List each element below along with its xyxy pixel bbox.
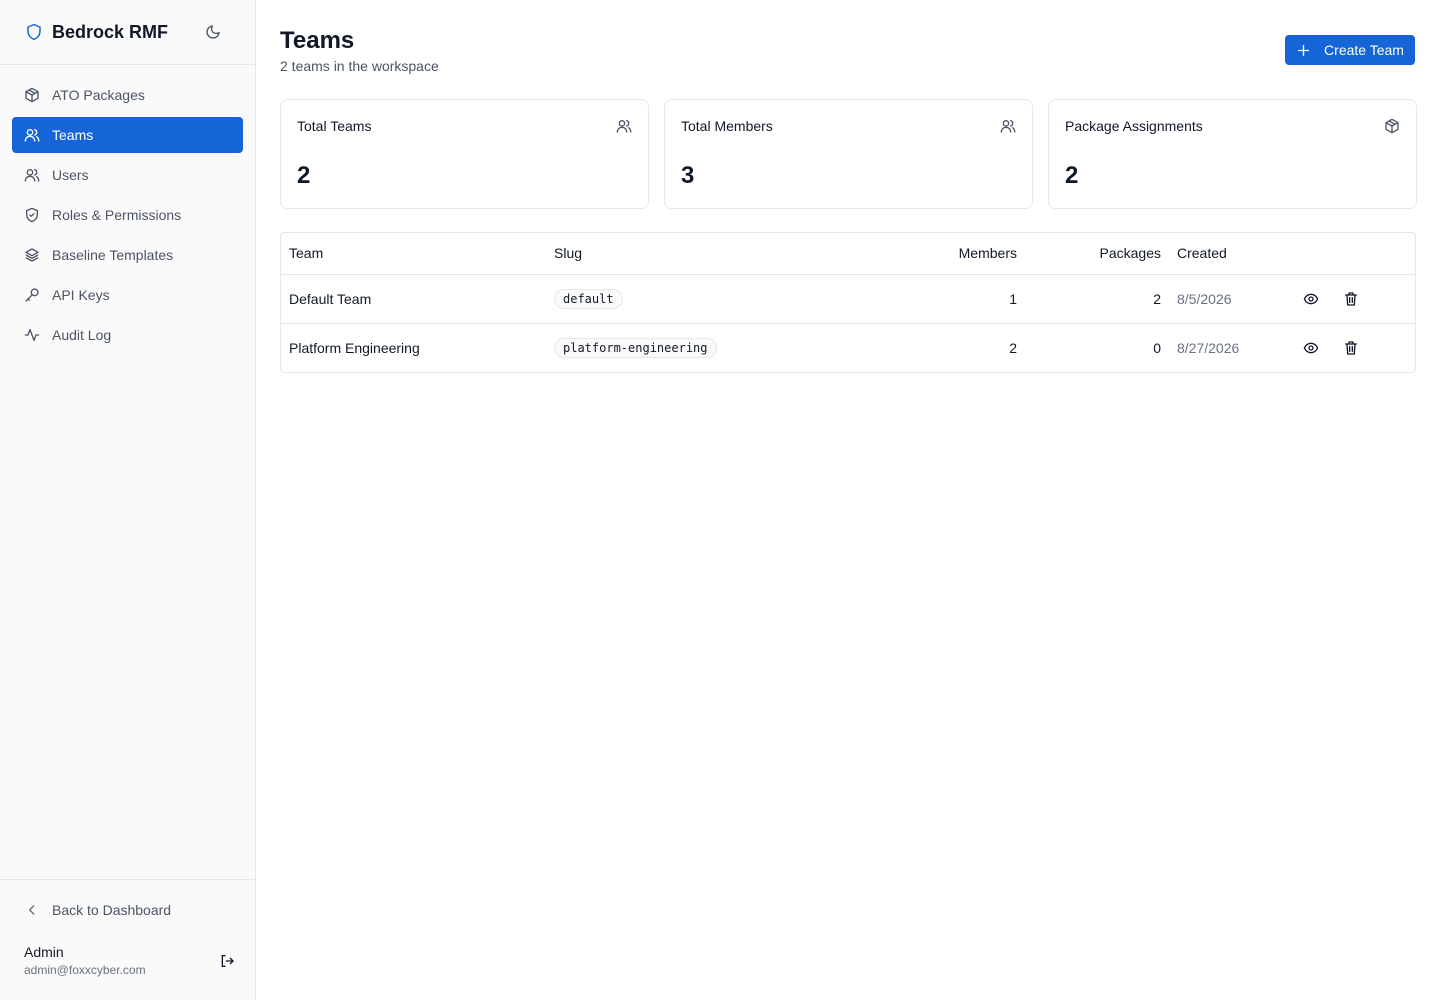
stat-label: Package Assignments	[1065, 118, 1203, 134]
create-team-button[interactable]: Create Team	[1285, 35, 1415, 65]
sidebar-item-label: Teams	[52, 127, 94, 143]
app-name: Bedrock RMF	[52, 21, 169, 42]
users-icon	[1000, 118, 1016, 134]
user-panel: Admin admin@foxxcyber.com	[24, 944, 234, 977]
column-header-packages: Packages	[1017, 233, 1161, 275]
create-team-label: Create Team	[1324, 42, 1404, 58]
packages-count: 0	[1017, 322, 1161, 372]
sidebar-item-label: Audit Log	[52, 327, 112, 343]
sidebar-nav: ATO Packages Teams Users Roles & Permiss…	[0, 65, 255, 353]
created-date: 8/27/2026	[1161, 322, 1297, 372]
team-icon	[24, 127, 40, 143]
trash-icon[interactable]	[1341, 289, 1361, 309]
key-icon	[24, 287, 40, 303]
logout-icon[interactable]	[217, 951, 237, 971]
users-icon	[24, 167, 40, 183]
shield-icon	[24, 22, 44, 42]
packages-count: 2	[1153, 290, 1161, 307]
stat-label: Total Members	[681, 118, 773, 134]
user-name: Admin	[24, 944, 64, 960]
eye-icon[interactable]	[1301, 289, 1321, 309]
sidebar-item-audit-log[interactable]: Audit Log	[12, 317, 243, 353]
back-to-dashboard-link[interactable]: Back to Dashboard	[12, 892, 243, 928]
sidebar-item-api-keys[interactable]: API Keys	[12, 277, 243, 313]
sidebar-item-teams[interactable]: Teams	[12, 117, 243, 153]
slug-badge: platform-engineering	[554, 337, 717, 358]
plus-icon	[1296, 43, 1310, 57]
column-header-members: Members	[859, 233, 1017, 275]
sidebar-footer: Back to Dashboard Admin admin@foxxcyber.…	[0, 879, 255, 1000]
package-icon	[1384, 118, 1400, 134]
page-subtitle: 2 teams in the workspace	[280, 58, 439, 74]
user-email: admin@foxxcyber.com	[24, 963, 146, 977]
sidebar: Bedrock RMF ATO Packages Teams Users Rol…	[0, 0, 256, 1000]
column-header-actions	[1297, 233, 1415, 275]
column-header-slug: Slug	[554, 233, 859, 275]
sidebar-item-label: ATO Packages	[52, 87, 145, 103]
stat-value: 2	[297, 162, 311, 189]
created-date: 8/5/2026	[1177, 290, 1232, 307]
column-header-created: Created	[1161, 233, 1297, 275]
members-count: 1	[1009, 290, 1017, 307]
stat-value: 2	[1065, 162, 1079, 189]
main-content: Teams 2 teams in the workspace Create Te…	[256, 0, 1440, 1000]
stat-value: 3	[681, 162, 695, 189]
table-row: Default Team default 1 2 8/5/2026	[281, 274, 1415, 323]
activity-icon	[24, 327, 40, 343]
sidebar-item-label: API Keys	[52, 287, 110, 303]
team-icon	[616, 118, 632, 134]
slug-badge: default	[554, 288, 623, 309]
chevron-left-icon	[24, 902, 40, 918]
sidebar-item-users[interactable]: Users	[12, 157, 243, 193]
teams-table: Team Slug Members Packages Created Defau…	[280, 232, 1416, 373]
members-count: 2	[859, 322, 1017, 372]
trash-icon[interactable]	[1341, 338, 1361, 358]
stat-card-total-teams: Total Teams 2	[280, 99, 649, 209]
team-name: Default Team	[289, 290, 372, 307]
stat-card-package-assignments: Package Assignments 2	[1048, 99, 1417, 209]
sidebar-item-roles-permissions[interactable]: Roles & Permissions	[12, 197, 243, 233]
sidebar-item-label: Users	[52, 167, 89, 183]
layers-icon	[24, 247, 40, 263]
table-header-row: Team Slug Members Packages Created	[281, 233, 1415, 275]
eye-icon[interactable]	[1301, 338, 1321, 358]
stat-label: Total Teams	[297, 118, 372, 134]
stat-card-total-members: Total Members 3	[664, 99, 1033, 209]
page-title: Teams	[280, 27, 355, 54]
stats-cards: Total Teams 2 Total Members 3 Package As…	[280, 99, 1432, 209]
sidebar-item-ato-packages[interactable]: ATO Packages	[12, 77, 243, 113]
package-icon	[24, 87, 40, 103]
brand-header: Bedrock RMF	[0, 0, 255, 65]
sidebar-item-label: Roles & Permissions	[52, 207, 182, 223]
shield-check-icon	[24, 207, 40, 223]
sidebar-item-baseline-templates[interactable]: Baseline Templates	[12, 237, 243, 273]
team-name: Platform Engineering	[281, 322, 554, 372]
column-header-team: Team	[281, 233, 554, 275]
table-row: Platform Engineering platform-engineerin…	[281, 322, 1415, 372]
back-label: Back to Dashboard	[52, 902, 172, 918]
moon-icon[interactable]	[203, 22, 223, 42]
sidebar-item-label: Baseline Templates	[52, 247, 174, 263]
